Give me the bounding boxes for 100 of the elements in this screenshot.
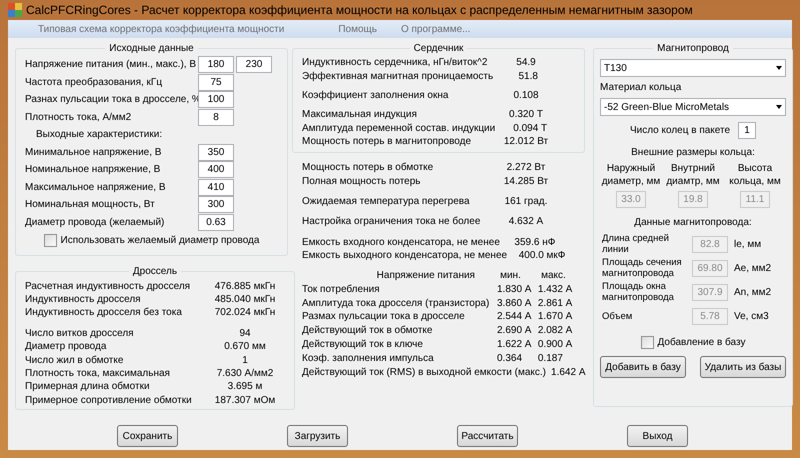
input-field[interactable]: 180 (198, 56, 234, 74)
field-label: Частота преобразования, кГц (25, 76, 164, 90)
dropdown-value: -52 Green-Blue MicroMetals (604, 100, 730, 114)
field-label: Ток потребления (302, 282, 381, 297)
field-label: Амплитуда тока дросселя (транзистора) (302, 296, 490, 311)
field-label: Номинальная мощность, Вт (25, 198, 156, 212)
dropdown[interactable]: -52 Green-Blue MicroMetals (600, 98, 786, 116)
field-label: Материал кольца (600, 81, 682, 95)
field-label: Число витков дросселя (25, 326, 135, 341)
field-label: Номинальное напряжение, В (25, 163, 162, 178)
field-label: Действующий ток в ключе (302, 338, 424, 352)
value-text: 2.082 А (536, 324, 574, 338)
input-field[interactable]: 410 (198, 178, 234, 196)
field-label: Максимальное напряжение, В (25, 180, 166, 195)
button[interactable]: Загрузить (287, 425, 348, 447)
button[interactable]: Выход (627, 425, 688, 447)
value-text: 1.642 А (550, 366, 586, 380)
field-label: Наружный диаметр, мм (600, 162, 662, 188)
value-text: 0.108 (512, 88, 540, 103)
menu-item[interactable]: О программе... (392, 22, 478, 36)
input-field[interactable]: 0.63 (198, 214, 234, 232)
input-field[interactable]: 100 (198, 91, 234, 108)
field-label: Амплитуда переменной состав. индукции (302, 122, 496, 136)
value-text: 54.9 (515, 56, 537, 70)
unit-label: Ve, см3 (734, 310, 769, 324)
value-text: 400.0 мкФ (518, 249, 566, 264)
field-label: Коэффициент заполнения окна (302, 88, 450, 103)
field-label: Объем (601, 310, 634, 322)
value-text: 485.040 мкГн (214, 293, 276, 307)
checkbox[interactable] (44, 234, 57, 247)
input-field[interactable]: 1 (738, 122, 756, 139)
input-field[interactable]: 350 (198, 144, 234, 161)
input-field[interactable]: 8 (198, 109, 234, 126)
field-label: Расчетная индуктивность дросселя (25, 280, 192, 294)
field-label: Высота кольца, мм (728, 162, 782, 188)
field-label: Настройка ограничения тока не более (302, 215, 482, 230)
value-text: 1.830 А (497, 282, 532, 297)
button[interactable]: Удалить из базы (700, 356, 786, 378)
value-text: 94 (238, 326, 252, 341)
group-title: Дроссель (132, 265, 178, 280)
column-header: макс. (540, 268, 567, 283)
value-text: 0.187 (536, 352, 564, 366)
checkbox[interactable] (640, 336, 654, 349)
field-label: Диаметр провода (25, 340, 108, 354)
field-label: Коэф. заполнения импульса (302, 352, 435, 366)
field-label: Размах пульсации тока в дросселе (302, 310, 466, 324)
field-label: Примерное сопротивление обмотки (25, 394, 193, 408)
value-text: 161 град. (504, 194, 548, 209)
field-label: Напряжение питания (мин., макс.), В (25, 58, 198, 72)
button[interactable]: Добавить в базу (600, 356, 686, 378)
group-title: Исходные данные (108, 42, 195, 56)
field-label: Площадь окна магнитопровода (601, 281, 675, 303)
section-heading: Внешние размеры кольца: (630, 146, 756, 160)
field-label: Емкость выходного конденсатора, не менее (302, 249, 508, 264)
field-label: Внутрний диамтр, мм (665, 162, 721, 188)
menu-item[interactable]: Типовая схема корректора коэффициента мощности (30, 22, 292, 36)
field-label: Действующий ток в обмотке (302, 324, 434, 338)
value-text: 0.320 Т (508, 108, 544, 122)
value-text: 702.024 мкГн (214, 306, 276, 320)
value-text: 0.094 Т (512, 122, 548, 136)
dropdown-arrow-icon (776, 105, 782, 109)
field-label: Ожидаемая температура перегрева (302, 194, 471, 209)
input-field[interactable]: 300 (198, 196, 234, 214)
field-label: Число колец в пакете (630, 124, 730, 138)
dropdown-value: T130 (604, 62, 627, 76)
button[interactable]: Рассчитать (457, 425, 518, 447)
value-text: 1.432 А (536, 282, 574, 297)
checkbox-label: Использовать желаемый диаметр провода (60, 234, 260, 248)
field-label: Действующий ток (RMS) в выходной емкости (макс.) (302, 366, 548, 380)
value-text: 7.630 А/мм2 (216, 366, 274, 381)
value-text: 0.670 мм (223, 340, 267, 354)
value-text: 2.861 А (536, 296, 574, 311)
unit-label: An, мм2 (734, 286, 772, 300)
value-text: 2.272 Вт (506, 161, 546, 176)
field-label: Плотность тока, А/мм2 (25, 111, 132, 126)
value-text: 2.690 А (497, 324, 532, 338)
input-field[interactable]: 400 (198, 161, 234, 178)
value-text: 51.8 (518, 70, 539, 84)
checkbox-label: Добавление в базу (658, 336, 746, 350)
field-label: Число жил в обмотке (25, 354, 124, 368)
field-label: Индуктивность дросселя (25, 293, 142, 307)
field-label: Емкость входного конденсатора, не менее (302, 236, 501, 250)
menu-item[interactable]: Помощь (330, 22, 385, 36)
field-label: Минимальное напряжение, В (25, 146, 162, 160)
input-field[interactable]: 75 (198, 74, 234, 91)
field-label: Длина средней линии (601, 233, 670, 255)
section-heading: Данные магнитопровода: (633, 216, 753, 230)
value-text: 14.285 Вт (502, 174, 550, 189)
value-text: 359.6 нФ (513, 236, 556, 250)
section-heading: Выходные характеристики: (35, 128, 164, 142)
value-text: 0.364 (497, 352, 524, 366)
value-text: 476.885 мкГн (214, 280, 276, 294)
dropdown[interactable]: T130 (600, 59, 786, 77)
button[interactable]: Сохранить (117, 425, 178, 447)
value-text: 3.860 А (497, 296, 532, 311)
column-header: Напряжение питания (376, 268, 476, 283)
app-icon (8, 3, 22, 17)
group-title: Сердечник (412, 42, 464, 56)
input-field[interactable]: 230 (236, 56, 272, 74)
value-text: 1.670 А (536, 310, 574, 324)
